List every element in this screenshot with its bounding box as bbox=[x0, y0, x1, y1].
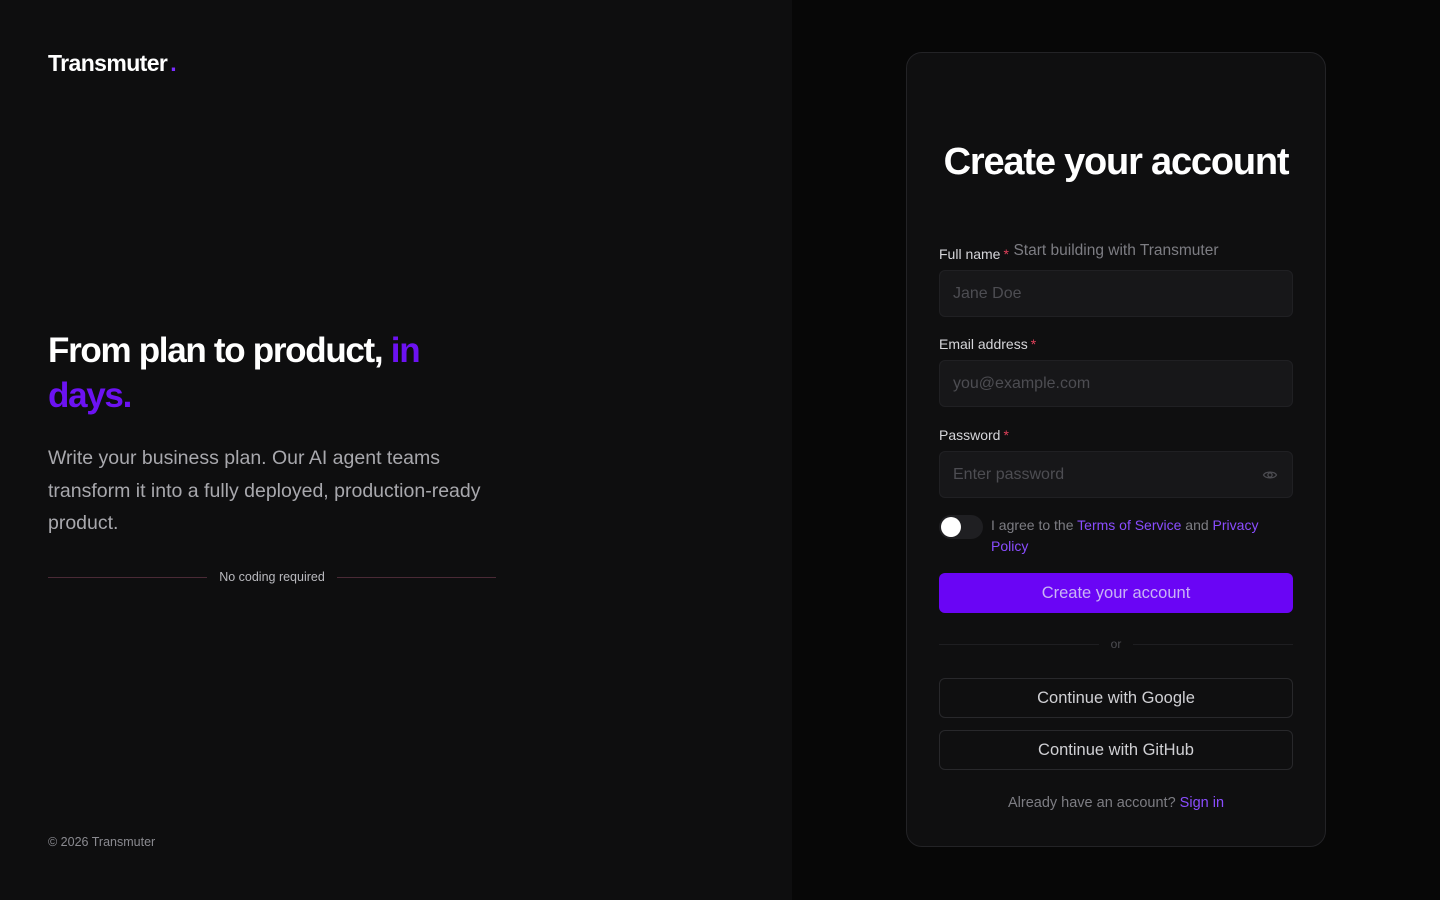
full-name-label: Full name * bbox=[939, 246, 1009, 262]
divider-line-right bbox=[336, 576, 496, 578]
signin-prompt: Already have an account? bbox=[1007, 795, 1176, 811]
github-button[interactable]: Continue with GitHub bbox=[939, 730, 1293, 770]
toggle-knob bbox=[941, 517, 961, 537]
terms-link[interactable]: Terms of Service bbox=[1077, 517, 1181, 533]
required-mark: * bbox=[1003, 427, 1009, 443]
divider-text: No coding required bbox=[219, 570, 325, 584]
hero-headline-main: From plan to product, bbox=[48, 331, 384, 370]
email-label: Email address * bbox=[939, 336, 1036, 352]
agreement-prefix: I agree to the bbox=[991, 517, 1074, 533]
eye-icon-svg bbox=[1262, 471, 1278, 479]
signup-card: Create your account Start building with … bbox=[906, 52, 1326, 847]
brand-name: Transmuter bbox=[48, 50, 168, 76]
signin-link[interactable]: Sign in bbox=[1180, 795, 1224, 811]
password-input[interactable] bbox=[939, 451, 1293, 498]
full-name-input[interactable] bbox=[939, 270, 1293, 317]
or-text: or bbox=[1110, 637, 1122, 651]
signin-row: Already have an account? Sign in bbox=[906, 795, 1326, 811]
create-account-button[interactable]: Create your account bbox=[939, 573, 1293, 613]
email-input[interactable] bbox=[939, 360, 1293, 407]
email-label-text: Email address bbox=[939, 336, 1028, 352]
agreement-connector: and bbox=[1185, 517, 1209, 533]
eye-icon[interactable] bbox=[1262, 467, 1278, 483]
divider-line-left bbox=[48, 576, 208, 578]
hero-description: Write your business plan. Our AI agent t… bbox=[48, 447, 481, 534]
form-title: Create your account bbox=[943, 141, 1290, 183]
hero-headline: From plan to product, in days. bbox=[48, 328, 488, 418]
google-button[interactable]: Continue with Google bbox=[939, 678, 1293, 718]
copyright: © 2026 Transmuter bbox=[48, 835, 156, 849]
brand-dot: . bbox=[170, 50, 177, 76]
brand-logo[interactable]: Transmuter . bbox=[48, 50, 177, 77]
hero-divider: No coding required bbox=[48, 570, 496, 584]
required-mark: * bbox=[1003, 246, 1009, 262]
or-line-right bbox=[1133, 643, 1294, 645]
full-name-label-text: Full name bbox=[939, 246, 1001, 262]
required-mark: * bbox=[1030, 336, 1037, 352]
agreement-text: I agree to the Terms of Service and Priv… bbox=[991, 515, 1281, 557]
or-divider: or bbox=[939, 637, 1294, 651]
password-label: Password * bbox=[939, 427, 1009, 443]
password-label-text: Password bbox=[939, 427, 1001, 443]
agree-toggle[interactable] bbox=[939, 515, 983, 539]
or-line-left bbox=[939, 643, 1099, 645]
